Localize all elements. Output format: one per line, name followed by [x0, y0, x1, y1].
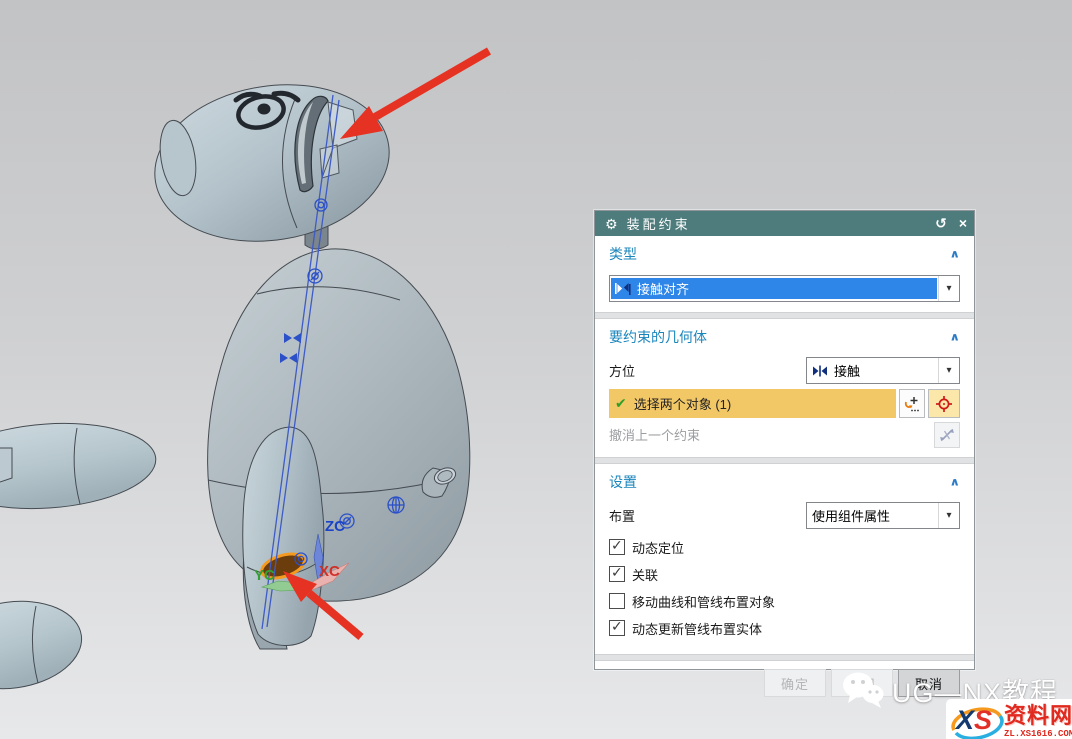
point-dialog-button[interactable]: [928, 389, 960, 418]
site-url: ZL.XS1616.COM: [1004, 730, 1072, 739]
chevron-down-icon[interactable]: ▾: [938, 503, 959, 528]
constraint-type-value: 接触对齐: [637, 279, 689, 298]
add-set-icon: [903, 395, 921, 413]
close-button[interactable]: ×: [952, 211, 974, 236]
wcs-x-label: XC: [319, 563, 340, 580]
touch-align-icon: [614, 281, 631, 296]
section-geometry: 要约束的几何体 ∧ 方位 接触 ▾: [595, 327, 974, 450]
checkbox-label: 移动曲线和管线布置对象: [632, 592, 775, 611]
dialog-titlebar[interactable]: ⚙ 装配约束 ↺ ×: [595, 211, 974, 236]
chevron-down-icon[interactable]: ▾: [938, 276, 959, 301]
add-new-set-button[interactable]: [899, 389, 925, 418]
checkbox-label: 动态更新管线布置实体: [632, 619, 762, 638]
collapse-chevron-icon[interactable]: ∧: [949, 475, 960, 489]
orientation-dropdown[interactable]: 接触 ▾: [806, 357, 960, 384]
detached-foot-lower[interactable]: [0, 593, 87, 698]
checkbox-move-curves[interactable]: [609, 593, 625, 609]
chevron-down-icon[interactable]: ▾: [938, 358, 959, 383]
section-settings: 设置 ∧ 布置 使用组件属性 ▾ 动态定位 关联: [595, 472, 974, 647]
wechat-icon: [840, 670, 886, 710]
orientation-label: 方位: [609, 361, 635, 380]
ok-button: 确定: [764, 669, 826, 697]
section-settings-title: 设置: [609, 472, 637, 492]
assembly-constraints-dialog[interactable]: ⚙ 装配约束 ↺ × 类型 ∧: [594, 210, 975, 670]
site-name: 资料网: [1004, 705, 1072, 727]
touch-icon: [812, 364, 828, 378]
gear-icon: ⚙: [605, 217, 618, 231]
section-type-title: 类型: [609, 244, 637, 264]
site-logo: XS 资料网 ZL.XS1616.COM: [946, 699, 1072, 739]
checkbox-label: 动态定位: [632, 538, 684, 557]
undo-last-constraint-button: [934, 422, 960, 448]
arrangement-value: 使用组件属性: [812, 506, 890, 525]
select-objects-row[interactable]: ✔ 选择两个对象 (1): [609, 389, 896, 418]
dog-front-leg[interactable]: [243, 427, 324, 646]
arrangement-label: 布置: [609, 506, 635, 525]
annotation-arrow-upper: [340, 51, 489, 139]
undo-last-constraint-label: 撤消上一个约束: [609, 425, 700, 444]
reset-button[interactable]: ↺: [930, 211, 952, 236]
section-geometry-title: 要约束的几何体: [609, 327, 707, 347]
checkbox-label: 关联: [632, 565, 658, 584]
collapse-chevron-icon[interactable]: ∧: [949, 330, 960, 344]
checkbox-dynamic-update-routing[interactable]: [609, 620, 625, 636]
dialog-title: 装配约束: [627, 214, 930, 233]
dog-head[interactable]: [143, 68, 400, 257]
detached-foot-upper[interactable]: [0, 417, 159, 516]
constraint-type-dropdown[interactable]: 接触对齐 ▾: [609, 275, 960, 302]
crosshair-icon: [935, 395, 953, 413]
orientation-value: 接触: [834, 361, 860, 380]
checkbox-associative[interactable]: [609, 566, 625, 582]
wcs-z-label: ZC: [325, 518, 345, 535]
section-divider: [595, 312, 974, 319]
nx-graphics-window[interactable]: ZC XC YC UG—NX教程: [0, 0, 1072, 739]
checkbox-dynamic-positioning[interactable]: [609, 539, 625, 555]
section-settings-header[interactable]: 设置 ∧: [609, 472, 960, 492]
section-type-header[interactable]: 类型 ∧: [609, 244, 960, 264]
wcs-y-label: YC: [254, 567, 275, 584]
section-divider: [595, 457, 974, 464]
collapse-chevron-icon[interactable]: ∧: [949, 247, 960, 261]
check-icon: ✔: [615, 395, 627, 412]
arrangement-dropdown[interactable]: 使用组件属性 ▾: [806, 502, 960, 529]
section-divider: [595, 654, 974, 661]
section-type: 类型 ∧ 接触对齐 ▾: [595, 244, 974, 305]
xs-monogram: XS: [946, 700, 1008, 739]
select-objects-label: 选择两个对象 (1): [634, 394, 732, 413]
swap-icon: [939, 427, 955, 443]
section-geometry-header[interactable]: 要约束的几何体 ∧: [609, 327, 960, 347]
